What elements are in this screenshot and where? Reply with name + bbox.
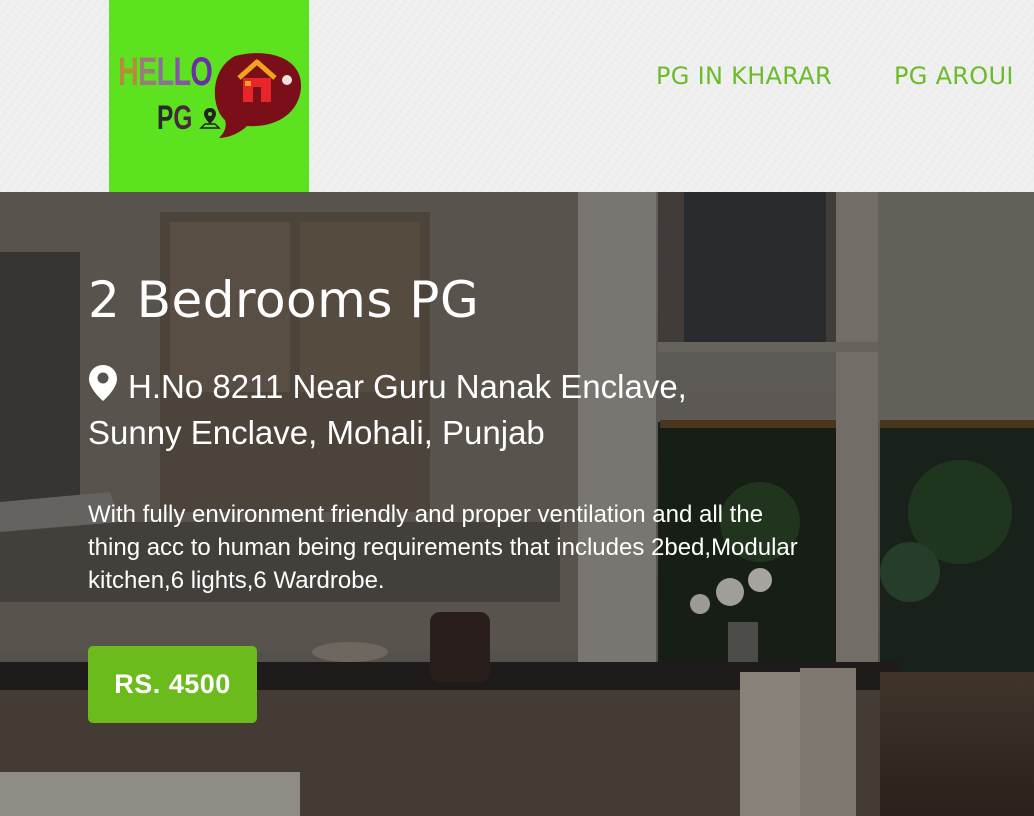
logo-letter: E [138, 50, 157, 94]
logo-letter: H [118, 50, 139, 94]
main-nav: PG IN KHARAR PG AROUI [656, 62, 1034, 90]
listing-address: H.No 8211 Near Guru Nanak Enclave, Sunny… [88, 364, 788, 456]
logo-letter: G [173, 99, 193, 137]
hero-section: 2 Bedrooms PG H.No 8211 Near Guru Nanak … [0, 192, 1034, 816]
logo-word-hello: HELLO [118, 50, 213, 94]
logo-link[interactable]: HELLO PG [109, 0, 309, 192]
logo-box: HELLO PG [109, 0, 309, 192]
address-text: H.No 8211 Near Guru Nanak Enclave, Sunny… [88, 368, 687, 451]
logo-letter: O [190, 50, 213, 94]
nav-item-pg-around[interactable]: PG AROUI [894, 62, 1014, 90]
logo-word-pg: PG [157, 101, 192, 135]
listing-description: With fully environment friendly and prop… [88, 501, 798, 594]
page: HELLO PG PG IN KHARAR PG AROUI 2 Bedroom… [0, 0, 1034, 816]
site-header: HELLO PG PG IN KHARAR PG AROUI [0, 0, 1034, 192]
price-button[interactable]: RS. 4500 [88, 646, 257, 723]
logo-letter: P [157, 99, 174, 137]
listing-title: 2 Bedrooms PG [88, 271, 480, 329]
location-pin-icon [89, 365, 117, 401]
nav-item-pg-in-kharar[interactable]: PG IN KHARAR [656, 62, 832, 90]
logo-letter: L [156, 50, 175, 94]
logo-letter: L [173, 50, 191, 94]
